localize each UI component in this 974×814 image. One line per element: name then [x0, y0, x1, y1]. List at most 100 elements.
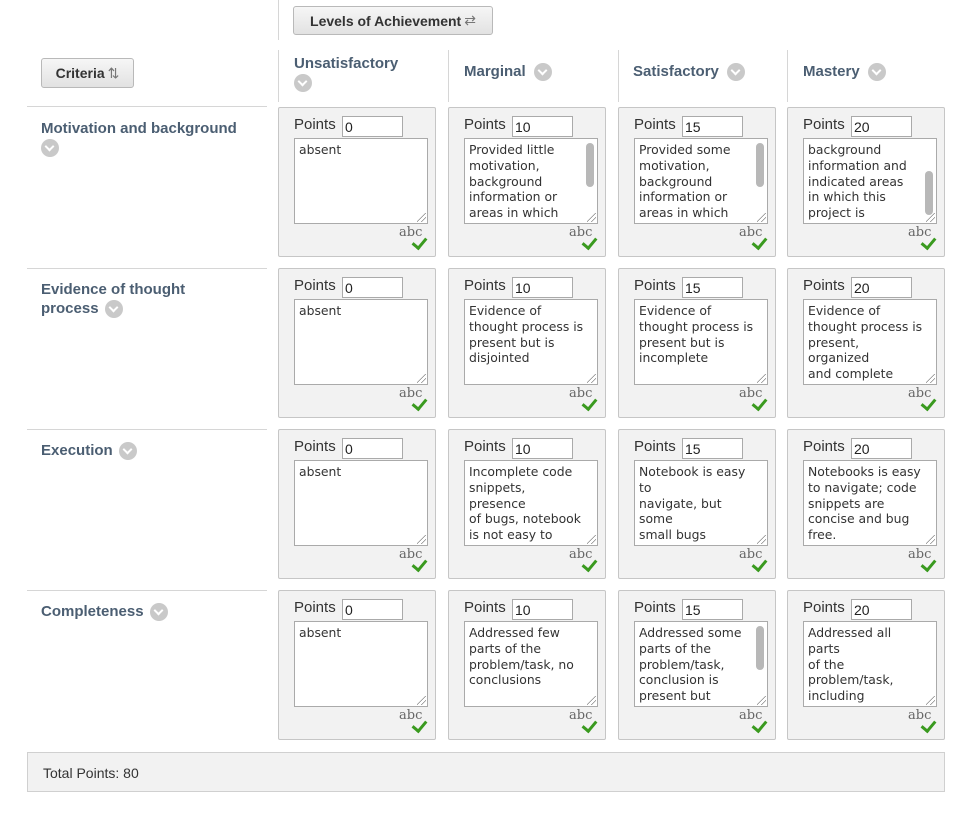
- rubric-cell: Points 0 absent abc: [278, 107, 436, 257]
- resize-handle-icon[interactable]: [757, 213, 766, 222]
- header-divider: [278, 0, 279, 40]
- points-label: Points: [294, 277, 336, 294]
- column-label: Marginal: [464, 63, 526, 80]
- rubric-cell: Points 20 background information and indic…: [787, 107, 945, 257]
- rubric-cell: Points 10 Incomplete code snippets, presen…: [448, 429, 606, 579]
- resize-handle-icon[interactable]: [926, 374, 935, 383]
- description-textarea[interactable]: Addressed all parts of the problem/task,…: [803, 621, 937, 707]
- points-label: Points: [803, 438, 845, 455]
- resize-handle-icon[interactable]: [417, 696, 426, 705]
- description-textarea[interactable]: Notebook is easy to navigate, but some s…: [634, 460, 768, 546]
- points-input[interactable]: 10: [512, 116, 573, 137]
- points-input[interactable]: 0: [342, 277, 403, 298]
- criterion-evidence: Evidence of thought process: [41, 280, 221, 319]
- scrollbar-thumb[interactable]: [586, 143, 594, 187]
- chevron-down-icon[interactable]: [149, 603, 168, 622]
- resize-handle-icon[interactable]: [926, 696, 935, 705]
- points-label: Points: [464, 116, 506, 133]
- scrollbar-thumb[interactable]: [756, 143, 764, 187]
- resize-handle-icon[interactable]: [417, 535, 426, 544]
- points-input[interactable]: 10: [512, 277, 573, 298]
- resize-handle-icon[interactable]: [587, 535, 596, 544]
- levels-of-achievement-button[interactable]: Levels of Achievement ⇄: [293, 6, 493, 35]
- total-points: Total Points: 80: [43, 765, 139, 781]
- rubric-cell: Points 0 absent abc: [278, 429, 436, 579]
- resize-handle-icon[interactable]: [417, 374, 426, 383]
- row-divider: [27, 429, 267, 430]
- points-label: Points: [294, 599, 336, 616]
- description-text: Incomplete code snippets, presence of bu…: [469, 464, 581, 545]
- chevron-down-icon[interactable]: [533, 63, 552, 82]
- resize-handle-icon[interactable]: [926, 213, 935, 222]
- chevron-down-icon[interactable]: [118, 442, 137, 461]
- points-input[interactable]: 15: [682, 599, 743, 620]
- rubric-cell: Points 15 Addressed some parts of the prob…: [618, 590, 776, 740]
- points-label: Points: [464, 438, 506, 455]
- chevron-down-icon[interactable]: [104, 300, 123, 319]
- resize-handle-icon[interactable]: [757, 696, 766, 705]
- column-header-mastery: Mastery: [803, 63, 886, 82]
- resize-handle-icon[interactable]: [587, 213, 596, 222]
- sort-arrows-icon: ⇅: [107, 64, 120, 81]
- chevron-down-icon[interactable]: [294, 74, 312, 92]
- description-textarea[interactable]: Provided some motivation, background inf…: [634, 138, 768, 224]
- points-input[interactable]: 10: [512, 438, 573, 459]
- resize-handle-icon[interactable]: [757, 535, 766, 544]
- rubric-cell: Points 10 Evidence of thought process is p…: [448, 268, 606, 418]
- description-textarea[interactable]: Addressed some parts of the problem/task…: [634, 621, 768, 707]
- points-input[interactable]: 15: [682, 438, 743, 459]
- description-text: absent: [299, 142, 342, 157]
- points-input[interactable]: 0: [342, 599, 403, 620]
- points-input[interactable]: 15: [682, 277, 743, 298]
- levels-label: Levels of Achievement: [310, 12, 462, 29]
- total-points-bar: Total Points: 80: [27, 752, 945, 792]
- column-label: Unsatisfactory: [294, 55, 399, 72]
- scrollbar-thumb[interactable]: [756, 626, 764, 670]
- criterion-label: Execution: [41, 442, 113, 459]
- chevron-down-icon[interactable]: [727, 63, 746, 82]
- criterion-label: Motivation and background: [41, 120, 237, 137]
- points-input[interactable]: 0: [342, 438, 403, 459]
- resize-handle-icon[interactable]: [587, 696, 596, 705]
- rubric-cell: Points 0 absent abc: [278, 268, 436, 418]
- chevron-down-icon[interactable]: [867, 63, 886, 82]
- description-textarea[interactable]: Evidence of thought process is present b…: [464, 299, 598, 385]
- description-textarea[interactable]: absent: [294, 621, 428, 707]
- description-textarea[interactable]: absent: [294, 299, 428, 385]
- description-textarea[interactable]: absent: [294, 138, 428, 224]
- description-textarea[interactable]: background information and indicated are…: [803, 138, 937, 224]
- description-textarea[interactable]: Incomplete code snippets, presence of bu…: [464, 460, 598, 546]
- resize-handle-icon[interactable]: [926, 535, 935, 544]
- description-textarea[interactable]: Addressed few parts of the problem/task,…: [464, 621, 598, 707]
- description-text: Notebooks is easy to navigate; code snip…: [808, 464, 921, 543]
- resize-handle-icon[interactable]: [417, 213, 426, 222]
- points-input[interactable]: 0: [342, 116, 403, 137]
- description-text: absent: [299, 464, 342, 479]
- resize-handle-icon[interactable]: [757, 374, 766, 383]
- resize-handle-icon[interactable]: [587, 374, 596, 383]
- points-input[interactable]: 10: [512, 599, 573, 620]
- column-header-marginal: Marginal: [464, 63, 552, 82]
- description-textarea[interactable]: Provided little motivation, background i…: [464, 138, 598, 224]
- points-input[interactable]: 20: [851, 599, 912, 620]
- criteria-sort-button[interactable]: Criteria ⇅: [41, 58, 134, 88]
- column-divider: [448, 50, 449, 102]
- criteria-label: Criteria: [55, 65, 105, 81]
- points-input[interactable]: 20: [851, 116, 912, 137]
- points-input[interactable]: 15: [682, 116, 743, 137]
- column-header-unsatisfactory: Unsatisfactory: [294, 55, 398, 92]
- scrollbar-thumb[interactable]: [925, 171, 933, 215]
- chevron-down-icon[interactable]: [41, 139, 59, 158]
- swap-arrows-icon: ⇄: [464, 12, 476, 28]
- description-text: absent: [299, 303, 342, 318]
- points-input[interactable]: 20: [851, 438, 912, 459]
- description-textarea[interactable]: absent: [294, 460, 428, 546]
- points-label: Points: [803, 116, 845, 133]
- column-label: Satisfactory: [633, 63, 719, 80]
- points-input[interactable]: 20: [851, 277, 912, 298]
- description-text: Addressed all parts of the problem/task,…: [808, 625, 894, 706]
- description-textarea[interactable]: Evidence of thought process is present, …: [803, 299, 937, 385]
- points-label: Points: [464, 599, 506, 616]
- description-textarea[interactable]: Evidence of thought process is present b…: [634, 299, 768, 385]
- description-textarea[interactable]: Notebooks is easy to navigate; code snip…: [803, 460, 937, 546]
